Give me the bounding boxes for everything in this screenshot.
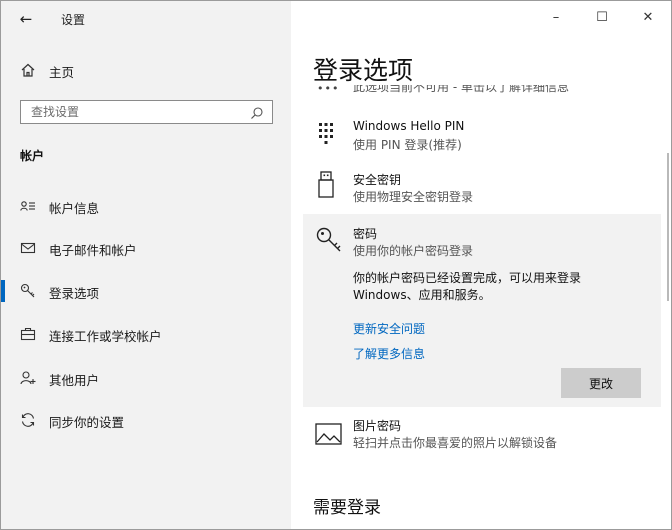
option-title: 安全密钥 [353,173,402,187]
update-security-questions-link[interactable]: 更新安全问题 [353,320,425,337]
password-description: 你的帐户密码已经设置完成，可以用来登录 Windows、应用和服务。 [353,271,582,302]
briefcase-icon [19,325,37,343]
close-button[interactable]: ✕ [625,1,671,33]
home-label: 主页 [49,65,75,80]
option-windows-hello-pin[interactable]: Windows Hello PIN 使用 PIN 登录(推荐) [313,117,653,157]
sidebar-item-label: 电子邮件和帐户 [49,243,137,258]
clipped-option-row: ••• 此选项当前不可用 - 单击以了解详细信息 [313,85,653,97]
home-icon [19,61,37,79]
window-controls: – ☐ ✕ [533,1,671,37]
password-expanded-panel[interactable]: 密码 使用你的帐户密码登录 你的帐户密码已经设置完成，可以用来登录 Window… [303,214,661,407]
option-security-key[interactable]: 安全密钥 使用物理安全密钥登录 [313,169,653,209]
selection-indicator [1,280,5,302]
sidebar-item-other-users[interactable]: 其他用户 [1,361,291,395]
person-add-icon [19,369,37,387]
section-heading: 帐户 [20,149,45,163]
key-icon [19,282,37,300]
scrollbar[interactable] [667,153,669,301]
sidebar-item-sync-settings[interactable]: 同步你的设置 [1,403,291,437]
option-subtitle: 使用 PIN 登录(推荐) [353,138,462,152]
sidebar: ← 设置 主页 帐户 帐户信息 电子邮件和帐户 [1,1,291,529]
main-pane: – ☐ ✕ 登录选项 ••• 此选项当前不可用 - 单击以了解详细信息 Wind… [291,1,671,529]
require-sign-in-heading: 需要登录 [313,498,381,518]
option-title: 图片密码 [353,419,402,433]
sidebar-item-label: 其他用户 [49,373,100,388]
person-card-icon [19,197,37,215]
sidebar-item-label: 帐户信息 [49,201,100,216]
settings-window: ← 设置 主页 帐户 帐户信息 电子邮件和帐户 [0,0,672,530]
usb-key-icon [315,171,339,198]
option-picture-password[interactable]: 图片密码 轻扫并点击你最喜爱的照片以解锁设备 [313,415,653,455]
sidebar-item-email-accounts[interactable]: 电子邮件和帐户 [1,231,291,265]
sidebar-item-label: 登录选项 [49,286,100,301]
home-nav-item[interactable]: 主页 [1,55,291,85]
change-password-button[interactable]: 更改 [561,368,641,398]
titlebar-left: ← 设置 [1,1,291,37]
option-subtitle: 轻扫并点击你最喜爱的照片以解锁设备 [353,436,558,450]
sidebar-item-work-school[interactable]: 连接工作或学校帐户 [1,317,291,351]
page-title: 登录选项 [313,56,414,85]
sidebar-item-sign-in-options[interactable]: 登录选项 [1,274,291,308]
minimize-button[interactable]: – [533,1,579,33]
sidebar-item-account-info[interactable]: 帐户信息 [1,189,291,223]
clipped-option-text: 此选项当前不可用 - 单击以了解详细信息 [353,85,569,94]
dots-icon: ••• [317,85,340,95]
back-arrow-icon[interactable]: ← [15,8,37,30]
option-subtitle: 使用你的帐户密码登录 [353,244,474,258]
mail-icon [19,239,37,257]
learn-more-link[interactable]: 了解更多信息 [353,345,425,362]
sidebar-item-label: 同步你的设置 [49,415,125,430]
search-input[interactable] [31,104,231,120]
maximize-button[interactable]: ☐ [579,1,625,33]
sidebar-item-label: 连接工作或学校帐户 [49,329,162,344]
app-title: 设置 [61,13,86,27]
password-key-icon [315,226,343,254]
picture-icon [315,423,343,449]
sync-icon [19,411,37,429]
option-title: 密码 [353,227,378,241]
pin-keypad-icon [315,121,339,147]
option-title: Windows Hello PIN [353,119,465,133]
option-subtitle: 使用物理安全密钥登录 [353,190,474,204]
search-box[interactable] [20,100,273,124]
search-icon[interactable] [250,105,264,119]
